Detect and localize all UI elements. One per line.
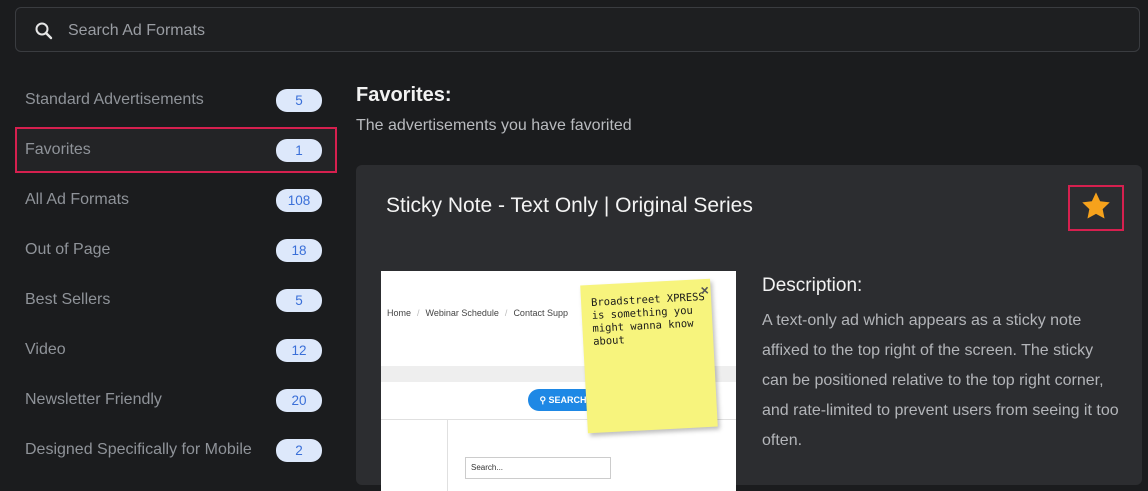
- card-title[interactable]: Sticky Note - Text Only | Original Serie…: [386, 194, 753, 218]
- close-icon: ×: [700, 281, 710, 299]
- count-badge: 5: [276, 288, 322, 312]
- sidebar-item-standard-advertisements[interactable]: Standard Advertisements 5: [15, 77, 337, 123]
- count-badge: 18: [276, 238, 322, 262]
- sidebar-item-mobile[interactable]: Designed Specifically for Mobile 2: [15, 427, 337, 473]
- sidebar-item-all-ad-formats[interactable]: All Ad Formats 108: [15, 177, 337, 223]
- ad-preview-image[interactable]: Home / Webinar Schedule / Contact Supp ⚲ SEA…: [381, 271, 736, 491]
- sidebar-item-label: Designed Specifically for Mobile: [25, 441, 252, 458]
- sidebar-item-video[interactable]: Video 12: [15, 327, 337, 373]
- page-subtitle: The advertisements you have favorited: [356, 117, 632, 134]
- sticky-note-text: Broadstreet XPRESS is something you migh…: [590, 291, 706, 348]
- count-badge: 108: [276, 188, 322, 212]
- sidebar-item-label: Newsletter Friendly: [25, 391, 162, 408]
- count-badge: 20: [276, 388, 322, 412]
- preview-search-input: Search...: [465, 457, 611, 479]
- preview-breadcrumb: Home / Webinar Schedule / Contact Supp: [387, 308, 568, 318]
- count-badge: 5: [276, 88, 322, 112]
- search-input[interactable]: [66, 8, 1110, 53]
- sidebar-item-favorites[interactable]: Favorites 1: [15, 127, 337, 173]
- sticky-note: Broadstreet XPRESS is something you migh…: [580, 278, 718, 434]
- favorite-button[interactable]: [1068, 185, 1124, 231]
- sidebar-item-label: Favorites: [25, 141, 91, 158]
- preview-divider: [447, 420, 448, 491]
- sidebar-item-label: Out of Page: [25, 241, 111, 258]
- ad-format-card: Sticky Note - Text Only | Original Serie…: [356, 165, 1142, 491]
- search-bar[interactable]: [15, 7, 1140, 53]
- sidebar: Standard Advertisements 5 Favorites 1 Al…: [15, 77, 337, 477]
- page-title: Favorites:: [356, 84, 452, 106]
- preview-search-label: SEARCH: [548, 395, 587, 405]
- count-badge: 1: [276, 138, 322, 162]
- crumb-item: Home: [387, 308, 412, 318]
- sidebar-item-label: Standard Advertisements: [25, 91, 204, 108]
- sidebar-item-label: Video: [25, 341, 66, 358]
- description-text: A text-only ad which appears as a sticky…: [762, 312, 1119, 449]
- count-badge: 2: [276, 438, 322, 462]
- sidebar-item-newsletter-friendly[interactable]: Newsletter Friendly 20: [15, 377, 337, 423]
- sidebar-item-out-of-page[interactable]: Out of Page 18: [15, 227, 337, 273]
- star-icon: [1080, 190, 1112, 227]
- crumb-item: Webinar Schedule: [425, 308, 499, 318]
- description-heading: Description:: [762, 275, 863, 296]
- sidebar-item-label: Best Sellers: [25, 291, 111, 308]
- sidebar-item-best-sellers[interactable]: Best Sellers 5: [15, 277, 337, 323]
- count-badge: 12: [276, 338, 322, 362]
- search-icon: [34, 21, 54, 41]
- crumb-item: Contact Supp: [513, 308, 568, 318]
- sidebar-item-label: All Ad Formats: [25, 191, 130, 208]
